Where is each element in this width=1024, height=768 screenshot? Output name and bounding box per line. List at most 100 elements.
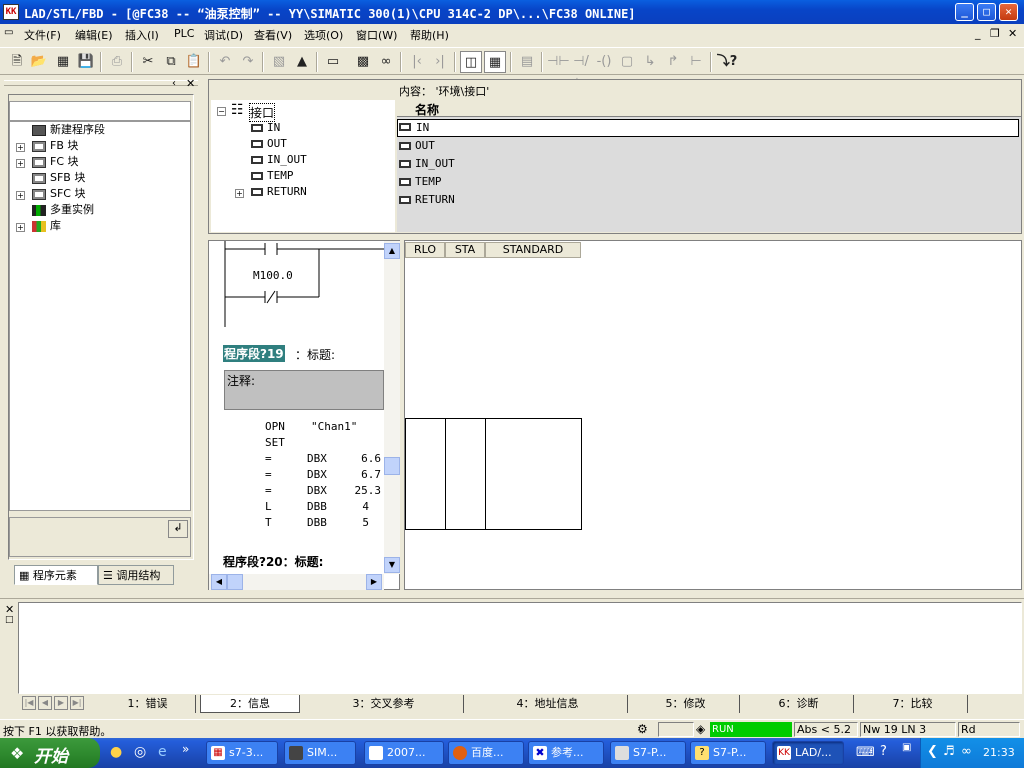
tab-address-info[interactable]: 4：地址信息 <box>468 695 628 713</box>
interface-tree-in-out[interactable]: IN_OUT <box>251 152 307 168</box>
menu-options[interactable]: 选项(O) <box>304 27 343 43</box>
expand-icon[interactable]: + <box>235 189 244 198</box>
tree-item-fc[interactable]: FC 块 <box>32 154 79 170</box>
task-baidu[interactable]: 百度... <box>448 741 524 765</box>
panel-grip[interactable] <box>4 80 198 86</box>
mdi-restore-button[interactable]: ❐ <box>990 27 1000 40</box>
details-pin-icon[interactable]: □ <box>5 615 14 625</box>
new-icon[interactable]: 🗎 <box>6 51 28 73</box>
scroll-down-icon[interactable]: ▼ <box>384 557 400 573</box>
volume-icon[interactable]: ♬ <box>943 744 955 759</box>
tab-errors[interactable]: 1：错误 <box>100 695 196 713</box>
tab-compare[interactable]: 7：比较 <box>858 695 968 713</box>
undo-icon[interactable]: ↶ <box>214 51 236 73</box>
scroll-thumb[interactable] <box>384 457 400 475</box>
quicklaunch-icon[interactable]: ◎ <box>134 744 146 760</box>
menu-debug[interactable]: 调试(D) <box>204 27 243 43</box>
column-header-name[interactable]: 名称 <box>415 101 439 118</box>
info-expand-icon[interactable]: ↲ <box>168 520 188 538</box>
details-icon[interactable]: ▦ <box>484 51 506 73</box>
cut-icon[interactable]: ✂ <box>137 51 159 73</box>
collapse-icon[interactable]: − <box>217 107 226 116</box>
mdi-close-button[interactable]: ✕ <box>1008 27 1017 40</box>
menu-insert[interactable]: 插入(I) <box>125 27 159 43</box>
ie-icon[interactable]: e <box>158 744 167 760</box>
list-item-temp[interactable]: TEMP <box>415 174 442 190</box>
task-reference[interactable]: ✖ 参考... <box>528 741 604 765</box>
task-sim[interactable]: SIM... <box>284 741 356 765</box>
start-button[interactable]: ❖ 开始 <box>0 738 100 768</box>
task-lad[interactable]: KK LAD/... <box>772 741 844 765</box>
task-s7-3[interactable]: ▦ s7-3... <box>206 741 278 765</box>
contact-address[interactable]: M100.0 <box>253 269 293 282</box>
list-item-in[interactable]: IN <box>397 119 1019 137</box>
maximize-button[interactable]: □ <box>977 3 996 21</box>
tree-item-sfc[interactable]: SFC 块 <box>32 186 86 202</box>
interface-tree-temp[interactable]: TEMP <box>251 168 294 184</box>
scroll-left-icon[interactable]: ◀ <box>211 574 227 590</box>
stl-code[interactable]: OPN "Chan1" SET = DBX 6.6 = DBX 6.7 = DBX 25.3 … <box>265 419 385 531</box>
show-desktop-icon[interactable]: ▣ <box>902 742 911 753</box>
help-tray-icon[interactable]: ? <box>880 744 887 759</box>
task-s7-p-1[interactable]: S7-P... <box>610 741 686 765</box>
copy-icon[interactable]: ⧉ <box>160 51 182 73</box>
tree-item-library[interactable]: 库 <box>32 218 61 234</box>
branch-close-icon[interactable]: ↱ <box>662 51 684 73</box>
menu-file[interactable]: 文件(F) <box>24 27 61 43</box>
paste-icon[interactable]: 📋 <box>183 51 205 73</box>
contact-no-icon[interactable]: ⊣⊢ <box>547 51 570 73</box>
col-rlo[interactable]: RLO <box>405 242 445 258</box>
list-item-return[interactable]: RETURN <box>415 192 455 208</box>
overview-icon[interactable]: ◫ <box>460 51 482 73</box>
tree-item-fb[interactable]: FB 块 <box>32 138 78 154</box>
app-icon[interactable]: KK <box>3 4 19 20</box>
glasses-icon[interactable]: ∞ <box>375 51 397 73</box>
last-icon[interactable]: ›| <box>429 51 451 73</box>
breakpoint-icon[interactable]: ▩ <box>352 51 374 73</box>
vertical-scrollbar[interactable]: ▲ ▼ <box>384 241 400 574</box>
accessible-nodes-icon[interactable]: ▦ <box>52 51 74 73</box>
tree-item-new-network[interactable]: 新建程序段 <box>32 122 105 138</box>
network-icon[interactable]: ▤ <box>516 51 538 73</box>
tree-item-multi-instance[interactable]: 多重实例 <box>32 202 94 218</box>
print-icon[interactable]: ⎙ <box>106 51 128 73</box>
open-icon[interactable]: 📂 <box>28 51 50 73</box>
menu-window[interactable]: 窗口(W) <box>356 27 397 43</box>
network-19-title[interactable]: 程序段?19 <box>223 345 285 362</box>
list-item-in-out[interactable]: IN_OUT <box>415 156 455 172</box>
panel-pin-icon[interactable]: ‹ <box>172 78 176 89</box>
tab-first-icon[interactable]: |◀ <box>22 696 36 710</box>
contact-nc-icon[interactable]: ⊣/⊢ <box>570 51 592 91</box>
network-comment[interactable]: 注释: <box>224 370 384 410</box>
tab-last-icon[interactable]: ▶| <box>70 696 84 710</box>
interface-tree-return[interactable]: RETURN <box>251 184 307 200</box>
network-20-title[interactable]: 程序段?20：标题: <box>223 553 323 570</box>
panel-close-icon[interactable]: ✕ <box>186 77 195 90</box>
tab-cross-ref[interactable]: 3：交叉参考 <box>304 695 464 713</box>
list-item-out[interactable]: OUT <box>415 138 435 154</box>
scroll-right-icon[interactable]: ▶ <box>366 574 382 590</box>
qq-icon[interactable]: ● <box>110 744 122 760</box>
branch-open-icon[interactable]: ↳ <box>639 51 661 73</box>
minimize-button[interactable]: _ <box>955 3 974 21</box>
help-icon[interactable]: ⤵? <box>716 51 738 73</box>
mdi-system-icon[interactable]: ▭ <box>4 27 13 38</box>
close-button[interactable]: ✕ <box>999 3 1018 21</box>
expand-icon[interactable]: + <box>16 159 25 168</box>
interface-tree-in[interactable]: IN <box>251 120 280 136</box>
tab-diagnostics[interactable]: 6：诊断 <box>744 695 854 713</box>
mdi-minimize-button[interactable]: _ <box>975 27 981 40</box>
tray-arrow-icon[interactable]: ❮ <box>927 744 938 759</box>
more-quicklaunch-icon[interactable]: » <box>182 742 189 756</box>
tab-call-structure[interactable]: ☰ 调用结构 <box>98 565 174 585</box>
tab-program-elements[interactable]: ▦ 程序元素 <box>14 565 98 585</box>
col-standard[interactable]: STANDARD <box>485 242 581 258</box>
redo-icon[interactable]: ↷ <box>237 51 259 73</box>
tree-item-sfb[interactable]: SFB 块 <box>32 170 85 186</box>
interface-tree-out[interactable]: OUT <box>251 136 287 152</box>
tab-next-icon[interactable]: ▶ <box>54 696 68 710</box>
connection-icon[interactable]: ⊢ <box>685 51 707 73</box>
menu-edit[interactable]: 编辑(E) <box>75 27 113 43</box>
panel-input[interactable] <box>9 101 191 121</box>
save-icon[interactable]: 💾 <box>75 51 97 73</box>
